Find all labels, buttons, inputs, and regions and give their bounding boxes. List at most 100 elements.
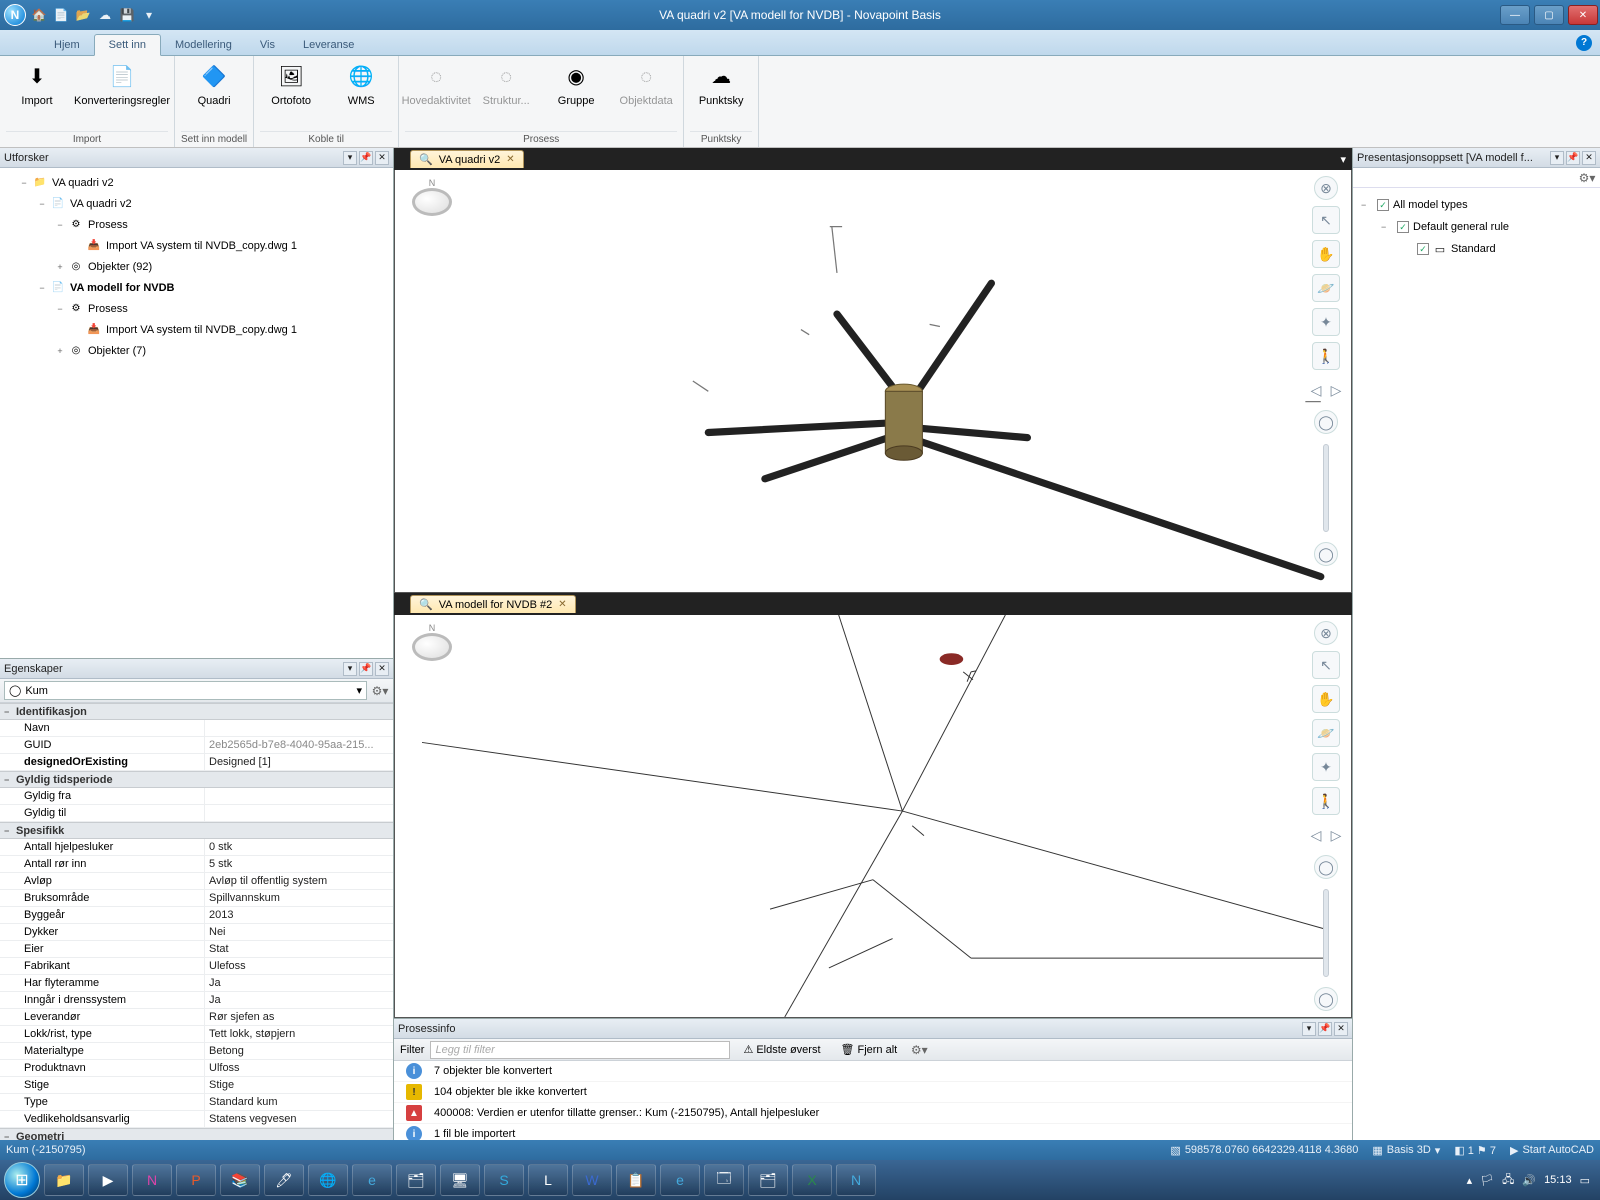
property-row[interactable]: designedOrExistingDesigned [1]	[0, 754, 393, 771]
tree-twisty-icon[interactable]: −	[18, 178, 30, 188]
tree-node[interactable]: −📄VA modell for NVDB	[2, 277, 391, 298]
property-row[interactable]: FabrikantUlefoss	[0, 958, 393, 975]
orthophoto-button[interactable]: 🖼Ortofoto	[260, 58, 322, 109]
tree-twisty-icon[interactable]: −	[1361, 200, 1373, 210]
property-row[interactable]: AvløpAvløp til offentlig system	[0, 873, 393, 890]
tab-vis[interactable]: Vis	[246, 35, 289, 55]
properties-pin-icon[interactable]: 📌	[359, 662, 373, 676]
property-row[interactable]: Byggeår2013	[0, 907, 393, 924]
explorer-dropdown-icon[interactable]: ▾	[343, 151, 357, 165]
property-row[interactable]: MaterialtypeBetong	[0, 1043, 393, 1060]
presentation-row[interactable]: −✓All model types	[1355, 194, 1598, 216]
start-autocad-button[interactable]: ▶Start AutoCAD	[1510, 1144, 1594, 1157]
presentation-settings-icon[interactable]: ⚙▾	[1578, 169, 1596, 187]
quadri-button[interactable]: 🔷Quadri	[183, 58, 245, 109]
close-button[interactable]: ✕	[1568, 5, 1598, 25]
qat-cloud-icon[interactable]: ☁	[96, 6, 114, 24]
oldest-top-button[interactable]: ⚠Eldste øverst	[736, 1041, 827, 1059]
qat-open-icon[interactable]: 📂	[74, 6, 92, 24]
property-row[interactable]: Inngår i drenssystemJa	[0, 992, 393, 1009]
tree-twisty-icon[interactable]: −	[36, 199, 48, 209]
processinfo-close-icon[interactable]: ✕	[1334, 1022, 1348, 1036]
tree-node[interactable]: −📄VA quadri v2	[2, 193, 391, 214]
tree-node[interactable]: −⚙Prosess	[2, 214, 391, 235]
property-value[interactable]: Ja	[205, 992, 393, 1008]
tab-settinn[interactable]: Sett inn	[94, 34, 161, 56]
taskbar-skype-icon[interactable]: S	[484, 1164, 524, 1196]
tray-lang-icon[interactable]: ▭	[1580, 1174, 1590, 1187]
taskbar-app-icon[interactable]: 📚	[220, 1164, 260, 1196]
qat-home-icon[interactable]: 🏠	[30, 6, 48, 24]
tree-twisty-icon[interactable]: −	[1381, 222, 1393, 232]
import-button[interactable]: ⬇Import	[6, 58, 68, 109]
property-row[interactable]: Gyldig til	[0, 805, 393, 822]
tree-node[interactable]: 📥Import VA system til NVDB_copy.dwg 1	[2, 235, 391, 256]
viewport-tab-2[interactable]: 🔍 VA modell for NVDB #2 ✕	[410, 595, 576, 613]
tree-node[interactable]: −⚙Prosess	[2, 298, 391, 319]
property-row[interactable]: Lokk/rist, typeTett lokk, støpjern	[0, 1026, 393, 1043]
processinfo-dropdown-icon[interactable]: ▾	[1302, 1022, 1316, 1036]
checkbox[interactable]: ✓	[1377, 199, 1389, 211]
property-section-header[interactable]: −Spesifikk	[0, 822, 393, 839]
tree-node[interactable]: +◎Objekter (92)	[2, 256, 391, 277]
tree-twisty-icon[interactable]: −	[54, 220, 66, 230]
taskbar-novapoint-icon[interactable]: N	[836, 1164, 876, 1196]
start-button[interactable]: ⊞	[4, 1162, 40, 1198]
property-row[interactable]: BruksområdeSpillvannskum	[0, 890, 393, 907]
property-section-header[interactable]: −Gyldig tidsperiode	[0, 771, 393, 788]
wms-button[interactable]: 🌐WMS	[330, 58, 392, 109]
property-value[interactable]: Statens vegvesen	[205, 1111, 393, 1127]
free-orbit-icon[interactable]: ✦	[1312, 753, 1340, 781]
cursor-icon[interactable]: ↖	[1312, 206, 1340, 234]
process-row[interactable]: !104 objekter ble ikke konvertert	[394, 1082, 1352, 1103]
app-orb[interactable]: N	[4, 4, 26, 26]
property-value[interactable]	[205, 805, 393, 821]
explorer-close-icon[interactable]: ✕	[375, 151, 389, 165]
maximize-button[interactable]: ▢	[1534, 5, 1564, 25]
properties-settings-icon[interactable]: ⚙▾	[371, 682, 389, 700]
help-icon[interactable]: ?	[1576, 35, 1592, 51]
tree-twisty-icon[interactable]: −	[54, 304, 66, 314]
presentation-tree[interactable]: −✓All model types−✓Default general rule ✓…	[1353, 188, 1600, 266]
property-row[interactable]: Navn	[0, 720, 393, 737]
taskbar-chrome-icon[interactable]: 🌐	[308, 1164, 348, 1196]
pointcloud-button[interactable]: ☁Punktsky	[690, 58, 752, 109]
property-value[interactable]: Stat	[205, 941, 393, 957]
property-value[interactable]: Stige	[205, 1077, 393, 1093]
explorer-panel[interactable]: −📁VA quadri v2−📄VA quadri v2−⚙Prosess📥Im…	[0, 168, 393, 658]
tree-twisty-icon[interactable]: −	[36, 283, 48, 293]
slider-bottom-icon[interactable]: ◯	[1314, 542, 1338, 566]
property-value[interactable]: Designed [1]	[205, 754, 393, 770]
tray-expand-icon[interactable]: ▴	[1467, 1174, 1473, 1187]
property-row[interactable]: VedlikeholdsansvarligStatens vegvesen	[0, 1111, 393, 1128]
property-row[interactable]: LeverandørRør sjefen as	[0, 1009, 393, 1026]
property-row[interactable]: EierStat	[0, 941, 393, 958]
compass-3d[interactable]: N	[409, 178, 455, 228]
tree-twisty-icon[interactable]: +	[54, 262, 66, 272]
property-value[interactable]: Ulefoss	[205, 958, 393, 974]
taskbar-lync-icon[interactable]: L	[528, 1164, 568, 1196]
property-row[interactable]: Har flyterammeJa	[0, 975, 393, 992]
tree-node[interactable]: +◎Objekter (7)	[2, 340, 391, 361]
tab-modellering[interactable]: Modellering	[161, 35, 246, 55]
taskbar-excel-icon[interactable]: X	[792, 1164, 832, 1196]
pan-icon[interactable]: ✋	[1312, 685, 1340, 713]
property-value[interactable]	[205, 788, 393, 804]
taskbar-app-icon[interactable]: 🖊	[264, 1164, 304, 1196]
presentation-row[interactable]: −✓Default general rule	[1355, 216, 1598, 238]
tree-twisty-icon[interactable]: +	[54, 346, 66, 356]
zoom-extents-icon[interactable]: ⊗	[1314, 176, 1338, 200]
orbit-icon[interactable]: 🪐	[1312, 274, 1340, 302]
taskbar-explorer-icon[interactable]: 📁	[44, 1164, 84, 1196]
taskbar-onenote-icon[interactable]: N	[132, 1164, 172, 1196]
property-value[interactable]: Tett lokk, støpjern	[205, 1026, 393, 1042]
property-value[interactable]: 2013	[205, 907, 393, 923]
property-value[interactable]: 2eb2565d-b7e8-4040-95aa-215...	[205, 737, 393, 753]
taskbar-app-icon[interactable]: 🗂	[396, 1164, 436, 1196]
property-row[interactable]: ProduktnavnUlfoss	[0, 1060, 393, 1077]
property-section-header[interactable]: −Identifikasjon	[0, 703, 393, 720]
taskbar-ie-icon[interactable]: e	[352, 1164, 392, 1196]
viewport-tab-close-icon[interactable]: ✕	[558, 599, 566, 610]
property-value[interactable]: Nei	[205, 924, 393, 940]
properties-dropdown-icon[interactable]: ▾	[343, 662, 357, 676]
